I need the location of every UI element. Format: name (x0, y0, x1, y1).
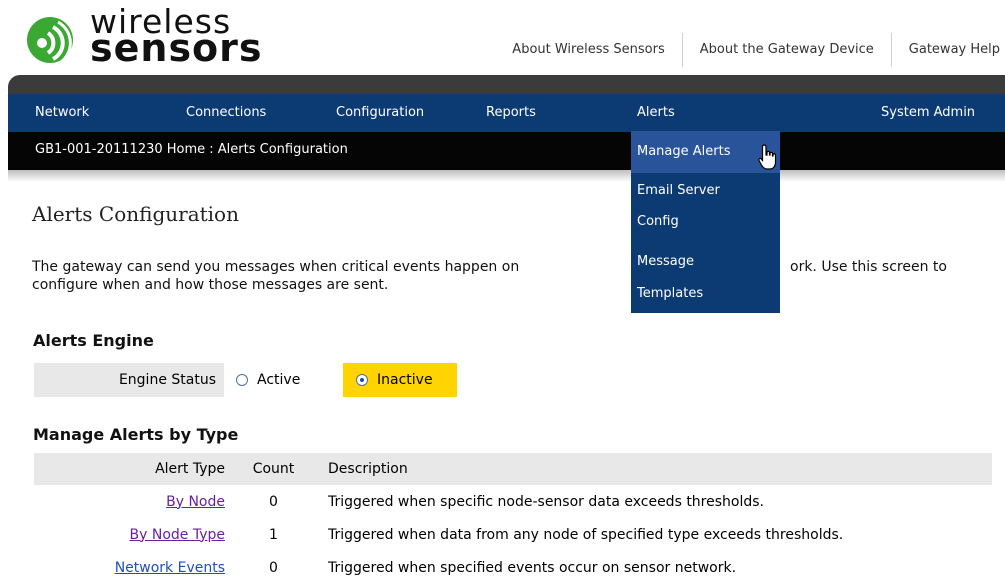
hand-pointer-cursor-icon (758, 144, 777, 170)
count-cell: 0 (269, 559, 278, 576)
menu-item-manage-alerts-label: Manage Alerts (637, 144, 731, 159)
engine-status-row: Engine Status (34, 363, 224, 397)
nav-system-admin[interactable]: System Admin (881, 94, 975, 132)
nav-reports[interactable]: Reports (486, 94, 536, 132)
wireless-sensors-logo[interactable]: wireless sensors (26, 2, 276, 70)
about-wireless-sensors-link[interactable]: About Wireless Sensors (512, 33, 683, 67)
nav-alerts[interactable]: Alerts (637, 94, 675, 132)
nav-connections[interactable]: Connections (186, 94, 266, 132)
intro-line-2: configure when and how those messages ar… (32, 277, 389, 293)
radio-button-icon (236, 374, 248, 386)
page-title: Alerts Configuration (32, 202, 239, 226)
top-links: About Wireless Sensors About the Gateway… (512, 33, 1005, 67)
column-header-alert-type: Alert Type (34, 453, 225, 485)
signal-logo-icon (27, 17, 73, 64)
engine-inactive-label: Inactive (377, 372, 433, 388)
table-header-row: Alert Type Count Description (34, 453, 992, 485)
header-divider (8, 75, 1005, 94)
alerts-engine-heading: Alerts Engine (33, 331, 154, 350)
nav-configuration[interactable]: Configuration (336, 94, 424, 132)
by-node-link[interactable]: By Node (166, 494, 225, 510)
alerts-by-type-table: Alert Type Count Description By Node 0 T… (34, 453, 992, 584)
table-row: Network Events 0 Triggered when specifie… (34, 551, 992, 584)
description-cell: Triggered when specific node-sensor data… (328, 493, 764, 510)
description-cell: Triggered when data from any node of spe… (328, 526, 844, 543)
engine-active-radio[interactable]: Active (236, 363, 300, 397)
breadcrumb: GB1-001-20111230 Home : Alerts Configura… (35, 142, 348, 157)
menu-item-config[interactable]: Config (637, 214, 679, 229)
main-nav: Network Connections Configuration Report… (8, 94, 1005, 132)
breadcrumb-shadow (8, 170, 1005, 182)
intro-line-1: The gateway can send you messages when c… (32, 259, 520, 275)
nav-network[interactable]: Network (35, 94, 89, 132)
menu-item-email-server[interactable]: Email Server (637, 183, 720, 198)
engine-active-label: Active (257, 372, 301, 388)
table-row: By Node 0 Triggered when specific node-s… (34, 485, 992, 518)
table-row: By Node Type 1 Triggered when data from … (34, 518, 992, 551)
description-cell: Triggered when specified events occur on… (328, 559, 737, 576)
column-header-description: Description (322, 453, 992, 485)
by-node-type-link[interactable]: By Node Type (130, 527, 225, 543)
engine-status-label: Engine Status (118, 372, 216, 388)
menu-item-message[interactable]: Message (637, 254, 694, 269)
about-gateway-device-link[interactable]: About the Gateway Device (700, 33, 892, 67)
network-events-link[interactable]: Network Events (115, 560, 225, 576)
count-cell: 0 (269, 493, 278, 510)
breadcrumb-bar: GB1-001-20111230 Home : Alerts Configura… (8, 132, 1005, 170)
gateway-help-link[interactable]: Gateway Help (909, 33, 1005, 67)
menu-item-templates[interactable]: Templates (637, 286, 703, 301)
column-header-count: Count (225, 453, 322, 485)
intro-line-1-end: ork. Use this screen to (790, 259, 947, 275)
count-cell: 1 (269, 526, 278, 543)
manage-alerts-by-type-heading: Manage Alerts by Type (33, 425, 239, 444)
logo-text-sensors: sensors (90, 26, 263, 70)
radio-button-selected-icon (356, 374, 368, 386)
engine-inactive-radio[interactable]: Inactive (343, 363, 457, 397)
